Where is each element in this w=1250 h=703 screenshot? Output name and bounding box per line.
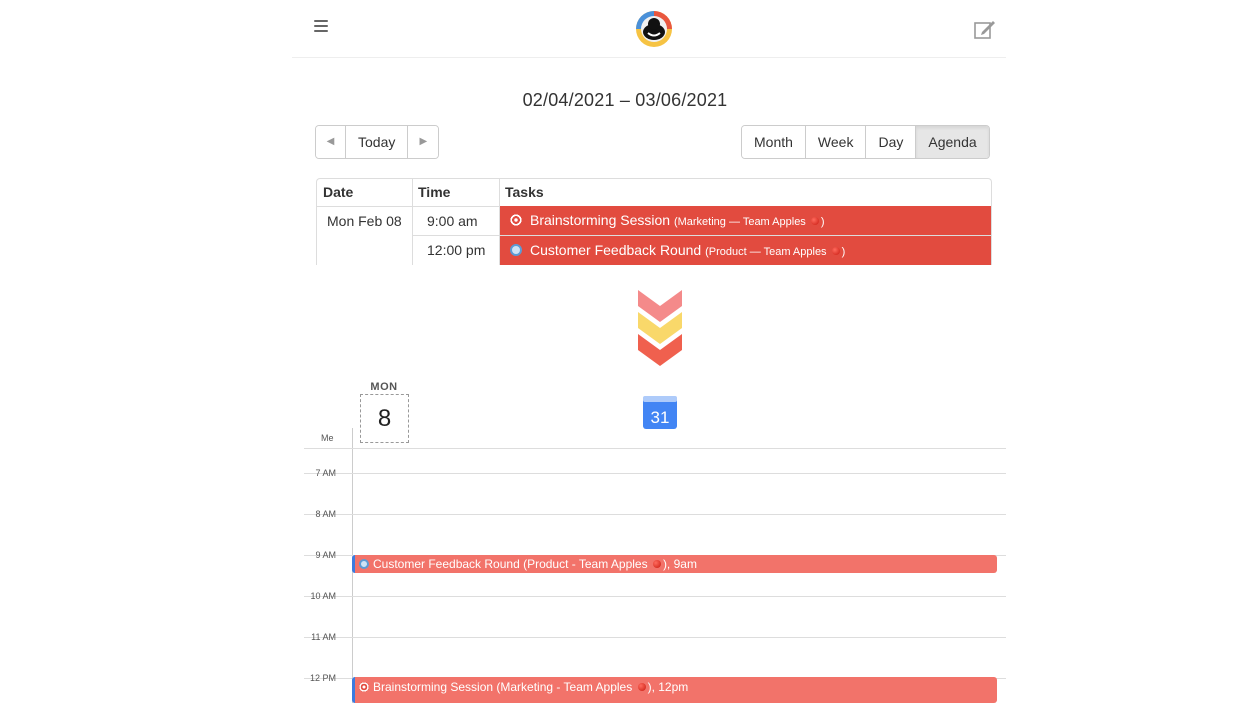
day-number[interactable]: 8 xyxy=(360,394,409,443)
navigation-button-group: ◀ Today ▶ xyxy=(315,125,440,159)
hour-line xyxy=(304,448,1006,449)
hamburger-menu-icon[interactable] xyxy=(314,20,328,34)
hour-label: 9 AM xyxy=(315,550,336,560)
hour-label: 7 AM xyxy=(315,468,336,478)
chevron-down-icon xyxy=(638,290,682,366)
agenda-time-cell: 12:00 pm xyxy=(427,242,486,258)
view-button-group: Month Week Day Agenda xyxy=(741,125,990,159)
tomato-icon xyxy=(810,217,819,225)
calendar-event-brainstorming[interactable]: Brainstorming Session (Marketing - Team … xyxy=(352,677,997,703)
hour-line xyxy=(304,637,1006,638)
event-time: ), 9am xyxy=(662,557,697,571)
top-bar xyxy=(292,0,1006,58)
agenda-task-brainstorming[interactable]: Brainstorming Session (Marketing — Team … xyxy=(500,206,991,235)
next-arrow-icon[interactable]: ▶ xyxy=(408,126,439,158)
target-icon xyxy=(510,214,522,226)
day-of-week-label: MON xyxy=(370,381,398,393)
date-range-title: 02/04/2021 – 03/06/2021 xyxy=(522,90,728,110)
agenda-date-cell: Mon Feb 08 xyxy=(327,213,402,229)
task-title: Customer Feedback Round xyxy=(530,242,702,258)
today-button[interactable]: Today xyxy=(346,126,409,158)
event-text: Customer Feedback Round (Product - Team … xyxy=(373,557,648,571)
sync-icon xyxy=(359,559,369,569)
task-title: Brainstorming Session xyxy=(530,212,671,228)
agenda-time-cell: 9:00 am xyxy=(427,213,478,229)
event-time: ), 12pm xyxy=(647,680,689,694)
month-view-button[interactable]: Month xyxy=(742,126,806,158)
calendar-owner-label: Me xyxy=(321,433,334,443)
day-time-grid: 7 AM 8 AM 9 AM 10 AM 11 AM 12 PM xyxy=(304,428,1006,703)
agenda-task-customer-feedback[interactable]: Customer Feedback Round (Product — Team … xyxy=(500,236,991,265)
day-view-button[interactable]: Day xyxy=(866,126,917,158)
tomato-icon xyxy=(637,683,646,691)
hour-label: 12 PM xyxy=(309,673,336,683)
edit-compose-icon[interactable] xyxy=(974,18,996,40)
week-view-button[interactable]: Week xyxy=(805,126,867,158)
google-calendar-icon: 31 xyxy=(643,396,677,429)
task-detail: (Marketing — Team Apples ) xyxy=(673,216,825,228)
agenda-table: Date Time Tasks Mon Feb 08 9:00 am Brain… xyxy=(316,178,992,265)
date-column-header: Date xyxy=(323,184,354,200)
column-divider xyxy=(412,179,413,265)
app-logo-icon[interactable] xyxy=(635,10,673,48)
calendar-icon-number: 31 xyxy=(651,408,670,427)
task-detail: (Product — Team Apples ) xyxy=(705,246,846,258)
calendar-event-customer-feedback[interactable]: Customer Feedback Round (Product - Team … xyxy=(352,555,997,573)
hour-line xyxy=(304,596,1006,597)
tomato-icon xyxy=(831,247,840,255)
sync-icon xyxy=(510,244,522,256)
hour-label: 10 AM xyxy=(310,591,336,601)
hour-line xyxy=(304,473,1006,474)
target-icon xyxy=(359,682,369,692)
tasks-column-header: Tasks xyxy=(505,184,544,200)
event-text: Brainstorming Session (Marketing - Team … xyxy=(373,680,633,694)
hour-label: 11 AM xyxy=(311,632,336,642)
tomato-icon xyxy=(652,560,661,568)
hour-label: 8 AM xyxy=(315,509,336,519)
agenda-view-button[interactable]: Agenda xyxy=(916,126,989,158)
hour-line xyxy=(304,514,1006,515)
time-column-header: Time xyxy=(418,184,451,200)
prev-arrow-icon[interactable]: ◀ xyxy=(316,126,346,158)
